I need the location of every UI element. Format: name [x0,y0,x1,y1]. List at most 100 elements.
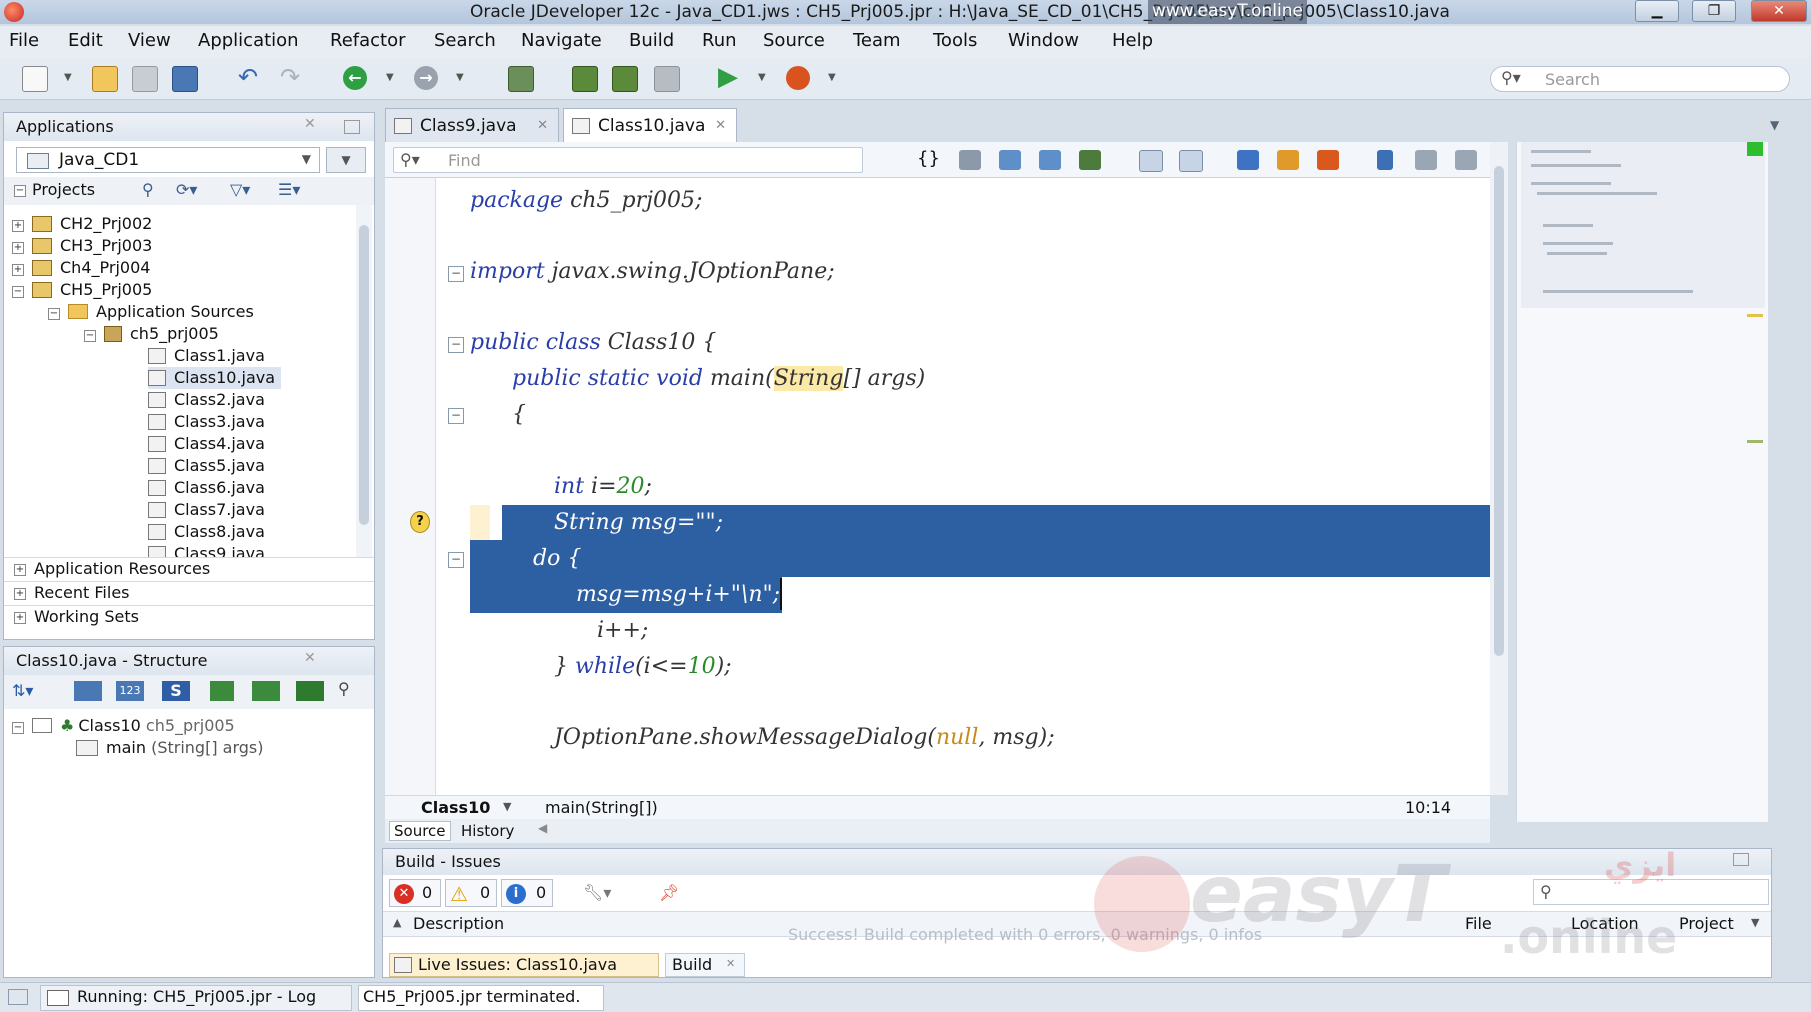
toggle-line-numbers-icon[interactable] [959,150,981,170]
warnings-filter-button[interactable]: ⚠ 0 [445,879,497,907]
new-file-icon[interactable] [22,66,48,92]
tree-item-class1[interactable]: Class1.java [148,345,265,367]
menu-help[interactable]: Help [1112,30,1153,51]
chevron-down-icon[interactable]: ▼ [1751,916,1759,929]
sql-worksheet-icon[interactable] [508,66,534,92]
tree-item-ch5-prj005-package[interactable]: − ch5_prj005 [84,323,219,345]
editor-scrollbar[interactable] [1490,142,1508,795]
tab-class9[interactable]: Class9.java ✕ [385,108,559,142]
menu-build[interactable]: Build [629,30,674,51]
breadcrumb-method[interactable]: main(String[]) [545,798,658,817]
tab-class10-active[interactable]: Class10.java ✕ [563,108,737,142]
sort-asc-icon[interactable]: ▲ [393,916,401,929]
close-button[interactable]: ✕ [1751,0,1807,22]
col-file[interactable]: File [1465,914,1492,933]
tree-item-class2[interactable]: Class2.java [148,389,265,411]
menu-navigate[interactable]: Navigate [521,30,602,51]
menu-window[interactable]: Window [1008,30,1079,51]
tree-item-ch4-prj004[interactable]: + Ch4_Prj004 [12,257,150,279]
global-search-input[interactable]: ⚲▾ Search [1490,66,1790,92]
search-icon[interactable]: ⚲ [142,180,154,199]
split-view-icon[interactable] [1139,150,1163,172]
tab-source[interactable]: Source [389,821,451,841]
save-icon[interactable] [132,66,158,92]
indent-icon[interactable] [999,150,1021,170]
tree-item-ch2-prj002[interactable]: + CH2_Prj002 [12,213,152,235]
debug-icon[interactable] [786,66,810,90]
run-icon[interactable]: ▶ [716,64,740,90]
back-icon[interactable]: ← [343,66,367,90]
structure-class-node[interactable]: − ♣ Class10 ch5_prj005 [12,715,235,737]
menu-view[interactable]: View [128,30,171,51]
rebuild-icon[interactable] [612,66,638,92]
editor-gutter[interactable] [385,178,435,795]
marker[interactable] [1747,440,1763,443]
tree-item-class6[interactable]: Class6.java [148,477,265,499]
show-static-icon[interactable]: S [162,681,190,701]
find-input[interactable]: ⚲▾ Find [393,147,863,173]
search-icon[interactable]: ⚲ [338,679,350,698]
fold-import-icon[interactable]: − [448,266,464,282]
menu-refactor[interactable]: Refactor [330,30,406,51]
section-recent-files[interactable]: + Recent Files [4,581,374,605]
hierarchy-icon[interactable] [252,681,280,701]
wrench-icon[interactable]: 🔧︎▾ [583,883,611,902]
close-tab-icon[interactable]: ✕ [726,957,735,970]
sync-icon[interactable]: ⟳▾ [176,180,197,199]
menu-team[interactable]: Team [853,30,901,51]
structure-close-icon[interactable]: ✕ [304,650,316,666]
open-folder-icon[interactable] [92,66,118,92]
lightbulb-hint-icon[interactable]: ? [410,511,430,533]
highlight-icon[interactable] [1277,150,1299,170]
menu-edit[interactable]: Edit [68,30,103,51]
make-icon[interactable] [572,66,598,92]
tab-live-issues[interactable]: Live Issues: Class10.java [389,953,659,977]
inherited-icon[interactable] [210,681,234,701]
tree-item-class10-selected[interactable]: Class10.java [148,367,282,389]
fold-class-icon[interactable]: − [448,337,464,353]
fold-do-icon[interactable]: − [448,552,464,568]
working-sets-icon[interactable]: ☰▾ [278,180,300,199]
minimize-panel-icon[interactable] [344,120,360,134]
tab-build[interactable]: Build ✕ [665,953,745,977]
tree-item-ch3-prj003[interactable]: + CH3_Prj003 [12,235,152,257]
show-fields-icon[interactable] [74,681,102,701]
tree-scroll-thumb[interactable] [359,225,369,525]
tree-scrollbar[interactable] [356,205,372,557]
clear-highlight-icon[interactable] [1317,150,1339,170]
tree-item-class3[interactable]: Class3.java [148,411,265,433]
maximize-button[interactable]: ❐ [1692,0,1736,22]
close-tab-icon[interactable]: ✕ [715,109,726,143]
code-overview-panel[interactable] [1516,142,1768,822]
unindent-icon[interactable] [1039,150,1061,170]
errors-filter-button[interactable]: ✕ 0 [389,879,441,907]
application-menu-button[interactable]: ▼ [326,147,366,173]
tree-item-application-sources[interactable]: − Application Sources [48,301,254,323]
structure-method-node[interactable]: main (String[] args) [76,737,263,759]
menu-file[interactable]: File [9,30,39,51]
next-bookmark-icon[interactable] [1415,150,1437,170]
tab-history[interactable]: History [461,822,514,840]
col-description[interactable]: Description [413,914,504,933]
tree-item-class8[interactable]: Class8.java [148,521,265,543]
close-tab-icon[interactable]: ✕ [537,109,548,143]
section-working-sets[interactable]: + Working Sets [4,605,374,629]
bookmark-icon[interactable] [1377,150,1393,170]
forward-icon[interactable]: → [414,66,438,90]
tree-item-class9[interactable]: Class9.java [148,543,265,557]
braces-icon[interactable]: {} [917,148,940,169]
tab-list-icon[interactable]: ▼ [1770,118,1779,132]
comment-icon[interactable] [1079,150,1101,170]
col-project[interactable]: Project [1679,914,1734,933]
minimize-button[interactable]: ▁ [1635,0,1679,22]
application-selector[interactable]: Java_CD1 ▼ [16,147,320,173]
editor-scroll-thumb[interactable] [1494,166,1504,656]
menu-source[interactable]: Source [763,30,825,51]
applications-close-icon[interactable]: ✕ [304,116,316,132]
show-members-icon[interactable]: 123 [116,681,144,701]
redo-icon[interactable]: ↷ [278,65,302,90]
sort-icon[interactable]: ⇅▾ [12,681,33,700]
scroll-left-icon[interactable]: ◀ [538,821,547,835]
menu-search[interactable]: Search [434,30,496,51]
projects-collapse-icon[interactable]: − [14,185,26,197]
